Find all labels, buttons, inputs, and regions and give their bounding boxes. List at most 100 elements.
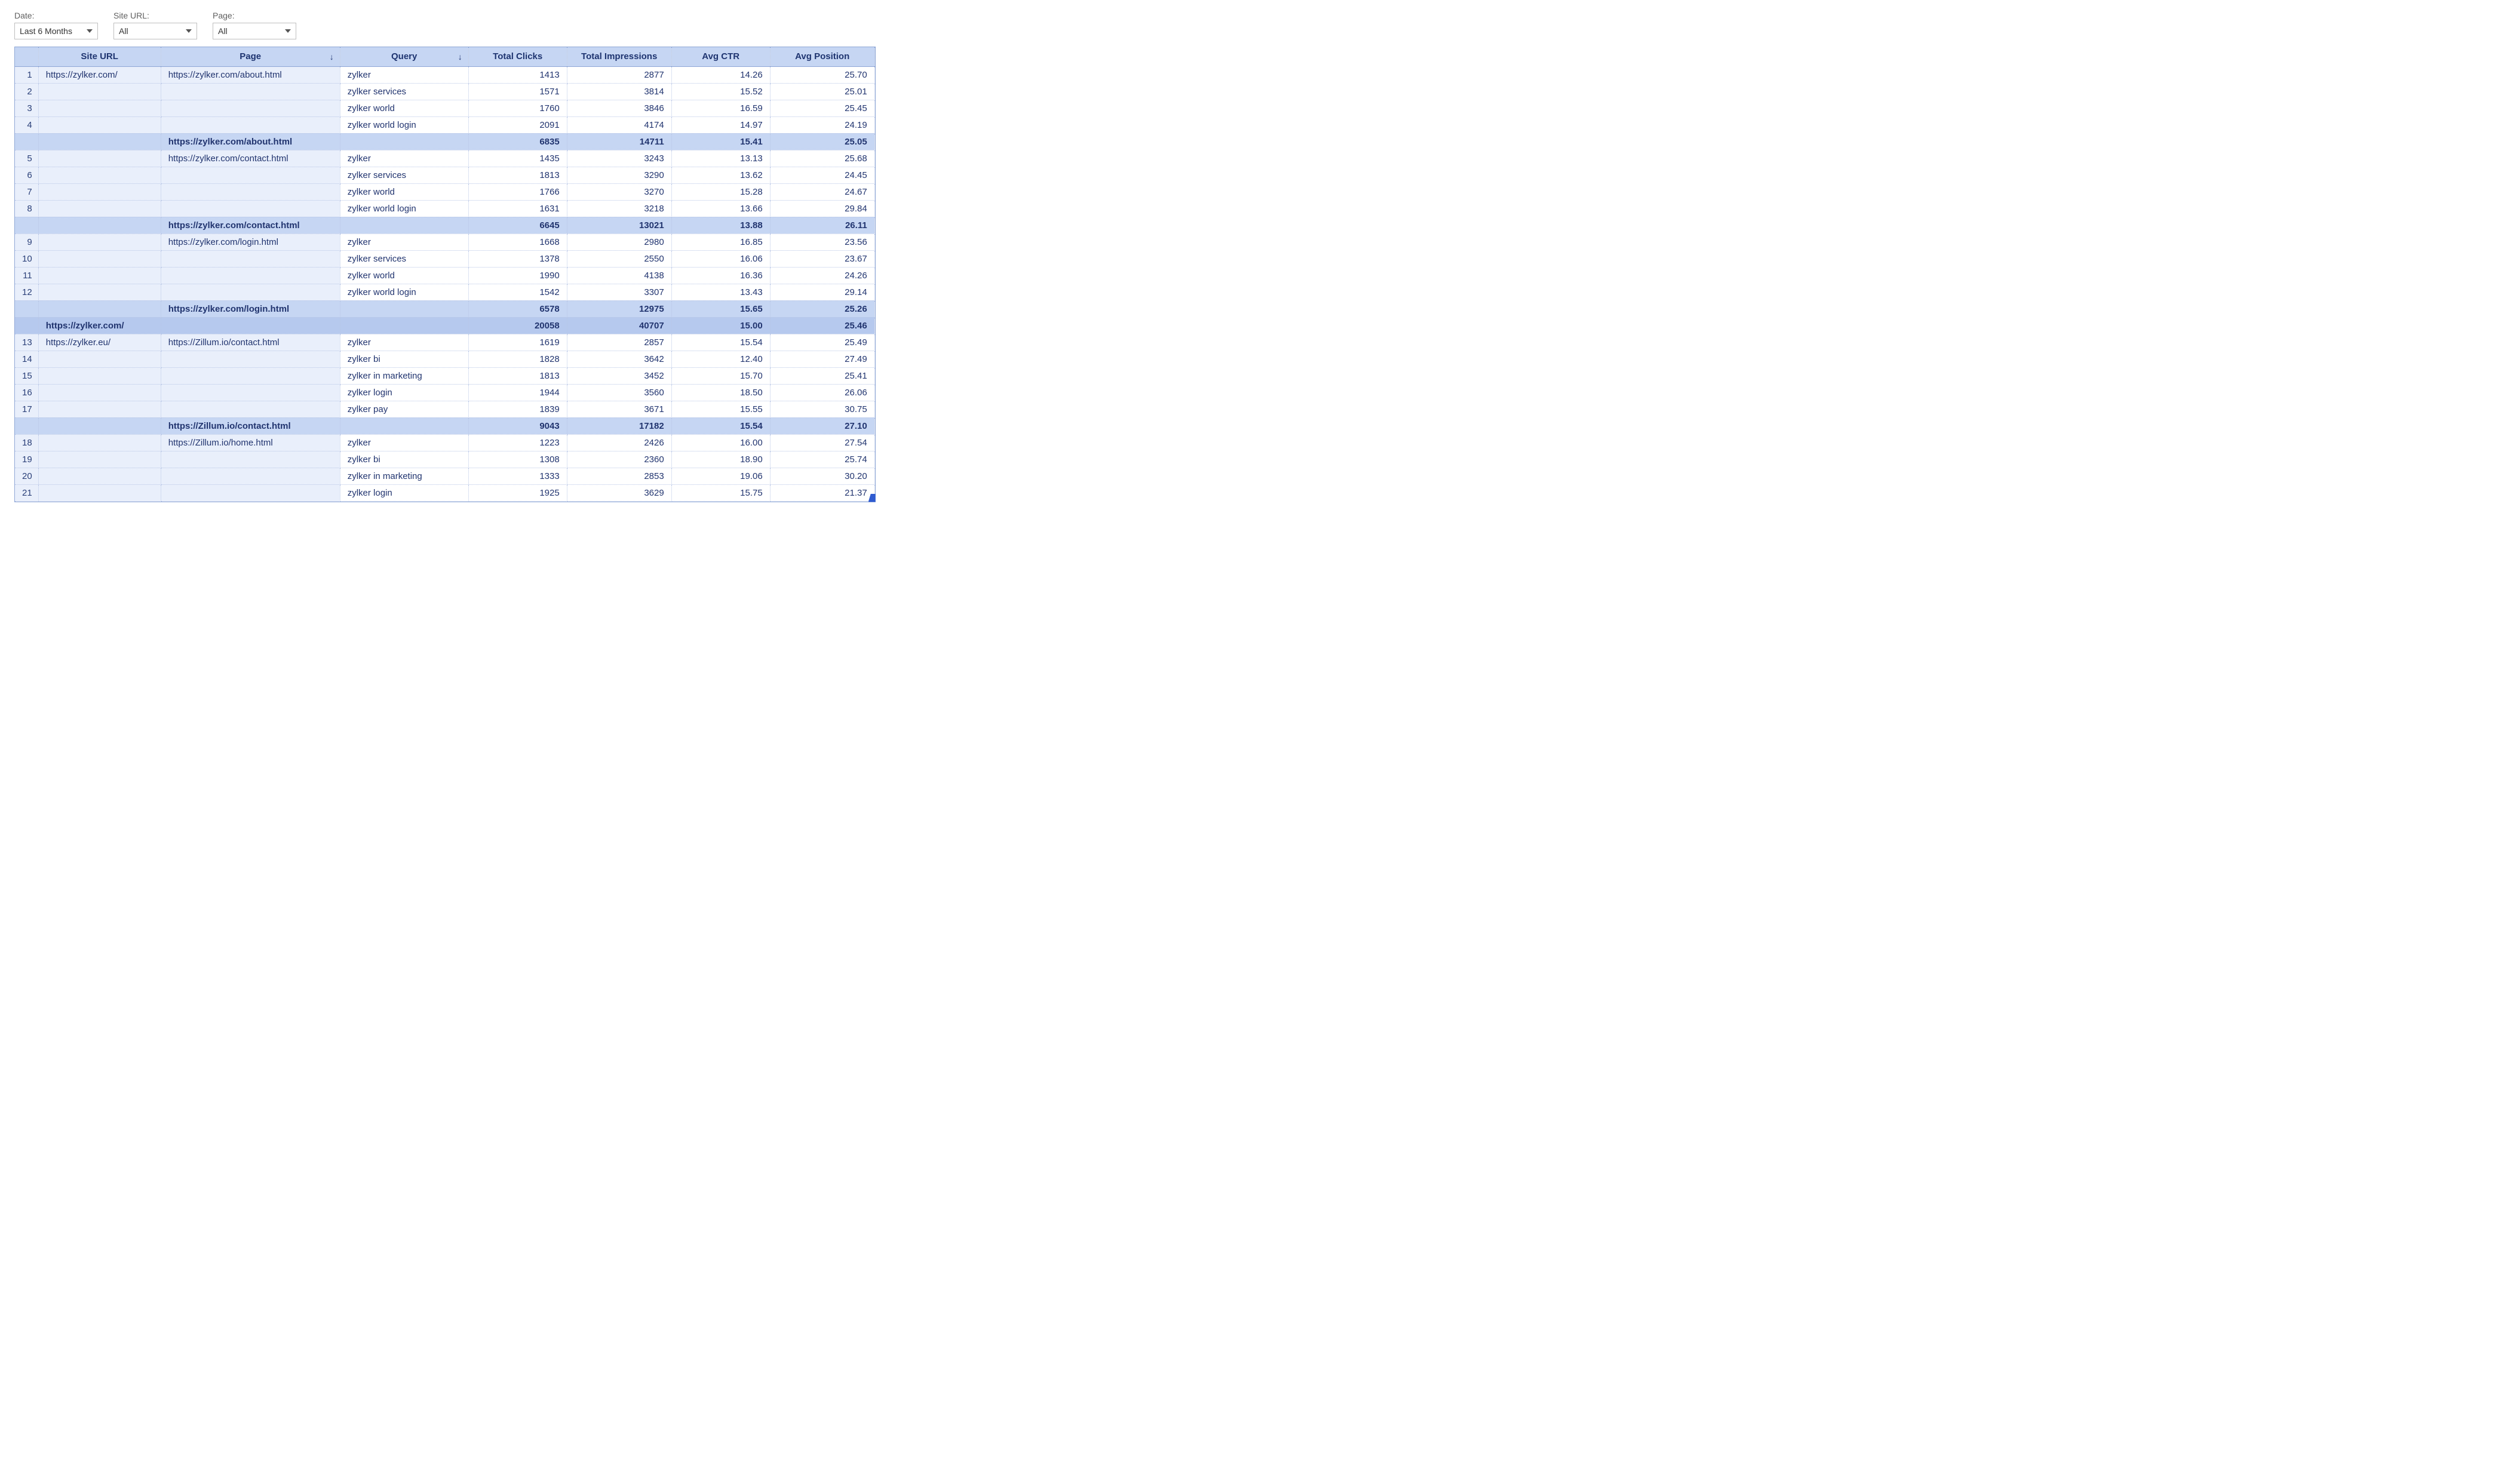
cell-rownum: 9 (15, 233, 38, 250)
column-header-ctr-label: Avg CTR (702, 51, 739, 62)
cell-pos: 25.70 (770, 66, 874, 83)
cell-pos: 25.49 (770, 334, 874, 351)
cell-pos: 26.06 (770, 384, 874, 401)
table-row[interactable]: 7zylker world1766327015.2824.67 (15, 183, 874, 200)
sitetotal-row[interactable]: https://zylker.com/200584070715.0025.46 (15, 317, 874, 334)
cell-rownum (15, 133, 38, 150)
filter-page-combo[interactable]: All (213, 23, 296, 39)
cell-ctr: 15.52 (671, 83, 770, 100)
cell-query: zylker (340, 66, 468, 83)
sort-desc-icon: ↓ (330, 52, 334, 62)
cell-query: zylker (340, 150, 468, 167)
cell-rownum: 3 (15, 100, 38, 116)
table-row[interactable]: 14zylker bi1828364212.4027.49 (15, 351, 874, 367)
cell-page (161, 116, 340, 133)
table-row[interactable]: 3zylker world1760384616.5925.45 (15, 100, 874, 116)
column-header-query[interactable]: Query↓ (340, 47, 468, 66)
cell-site (38, 167, 161, 183)
table-row[interactable]: 4zylker world login2091417414.9724.19 (15, 116, 874, 133)
table-row[interactable]: 18https://Zillum.io/home.htmlzylker12232… (15, 434, 874, 451)
cell-ctr: 12.40 (671, 351, 770, 367)
column-header-ctr[interactable]: Avg CTR (671, 47, 770, 66)
cell-site (38, 183, 161, 200)
column-header-pos[interactable]: Avg Position (770, 47, 874, 66)
cell-rownum: 10 (15, 250, 38, 267)
cell-impr: 4138 (567, 267, 671, 284)
cell-rownum: 16 (15, 384, 38, 401)
cell-page (161, 167, 340, 183)
cell-pos: 24.26 (770, 267, 874, 284)
table-row[interactable]: 11zylker world1990413816.3624.26 (15, 267, 874, 284)
column-header-site[interactable]: Site URL (38, 47, 161, 66)
cell-impr: 3218 (567, 200, 671, 217)
table-row[interactable]: 19zylker bi1308236018.9025.74 (15, 451, 874, 468)
subtotal-row[interactable]: https://zylker.com/contact.html664513021… (15, 217, 874, 233)
subtotal-row[interactable]: https://zylker.com/about.html68351471115… (15, 133, 874, 150)
filter-site-combo[interactable]: All (113, 23, 197, 39)
cell-site (38, 217, 161, 233)
cell-page (161, 468, 340, 484)
cell-clicks: 1413 (468, 66, 567, 83)
cell-page (161, 100, 340, 116)
table-row[interactable]: 1https://zylker.com/https://zylker.com/a… (15, 66, 874, 83)
filter-site-label: Site URL: (113, 11, 197, 20)
cell-page (161, 384, 340, 401)
table-row[interactable]: 8zylker world login1631321813.6629.84 (15, 200, 874, 217)
cell-pos: 27.10 (770, 417, 874, 434)
table-row[interactable]: 2zylker services1571381415.5225.01 (15, 83, 874, 100)
cell-page (161, 484, 340, 501)
table-row[interactable]: 13https://zylker.eu/https://Zillum.io/co… (15, 334, 874, 351)
table-row[interactable]: 21zylker login1925362915.7521.37 (15, 484, 874, 501)
cell-impr: 3270 (567, 183, 671, 200)
cell-page: https://zylker.com/contact.html (161, 217, 340, 233)
cell-pos: 29.84 (770, 200, 874, 217)
cell-site (38, 250, 161, 267)
column-header-impr[interactable]: Total Impressions (567, 47, 671, 66)
sort-desc-icon: ↓ (458, 52, 462, 62)
table-row[interactable]: 15zylker in marketing1813345215.7025.41 (15, 367, 874, 384)
table-row[interactable]: 20zylker in marketing1333285319.0630.20 (15, 468, 874, 484)
column-header-clicks[interactable]: Total Clicks (468, 47, 567, 66)
cell-impr: 2426 (567, 434, 671, 451)
column-header-rownum[interactable] (15, 47, 38, 66)
filter-site-value: All (119, 26, 128, 36)
caret-down-icon (186, 29, 192, 33)
table-row[interactable]: 9https://zylker.com/login.htmlzylker1668… (15, 233, 874, 250)
cell-pos: 25.26 (770, 300, 874, 317)
cell-clicks: 1223 (468, 434, 567, 451)
cell-site: https://zylker.eu/ (38, 334, 161, 351)
cell-clicks: 1333 (468, 468, 567, 484)
column-header-site-label: Site URL (81, 51, 118, 62)
cell-query: zylker world login (340, 284, 468, 300)
cell-clicks: 1378 (468, 250, 567, 267)
filter-date-combo[interactable]: Last 6 Months (14, 23, 98, 39)
table-row[interactable]: 16zylker login1944356018.5026.06 (15, 384, 874, 401)
cell-page (161, 367, 340, 384)
subtotal-row[interactable]: https://Zillum.io/contact.html9043171821… (15, 417, 874, 434)
table-row[interactable]: 6zylker services1813329013.6224.45 (15, 167, 874, 183)
cell-site (38, 351, 161, 367)
table-row[interactable]: 5https://zylker.com/contact.htmlzylker14… (15, 150, 874, 167)
cell-page (161, 317, 340, 334)
cell-query: zylker bi (340, 351, 468, 367)
cell-rownum: 21 (15, 484, 38, 501)
subtotal-row[interactable]: https://zylker.com/login.html65781297515… (15, 300, 874, 317)
cell-ctr: 16.06 (671, 250, 770, 267)
filter-bar: Date: Last 6 Months Site URL: All Page: … (14, 11, 2506, 39)
cell-ctr: 15.70 (671, 367, 770, 384)
cell-pos: 27.49 (770, 351, 874, 367)
table-row[interactable]: 12zylker world login1542330713.4329.14 (15, 284, 874, 300)
cell-ctr: 18.50 (671, 384, 770, 401)
column-header-page[interactable]: Page↓ (161, 47, 340, 66)
cell-site (38, 484, 161, 501)
cell-site (38, 384, 161, 401)
cell-pos: 25.46 (770, 317, 874, 334)
table-row[interactable]: 17zylker pay1839367115.5530.75 (15, 401, 874, 417)
table-row[interactable]: 10zylker services1378255016.0623.67 (15, 250, 874, 267)
cell-query: zylker bi (340, 451, 468, 468)
cell-query: zylker in marketing (340, 367, 468, 384)
cell-ctr: 18.90 (671, 451, 770, 468)
cell-page: https://Zillum.io/home.html (161, 434, 340, 451)
cell-ctr: 15.54 (671, 334, 770, 351)
cell-clicks: 1619 (468, 334, 567, 351)
